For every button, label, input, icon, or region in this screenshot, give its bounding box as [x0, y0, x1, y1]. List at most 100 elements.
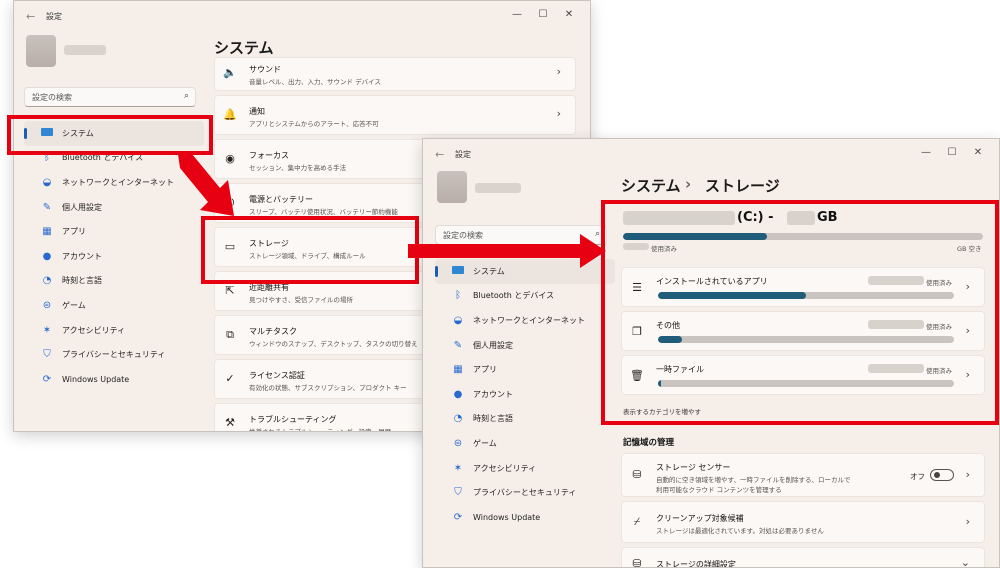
- back-arrow-icon[interactable]: ←: [435, 148, 444, 161]
- cleanup-sub: ストレージは最適化されています。対処は必要ありません: [656, 527, 824, 535]
- chevron-right-icon: ›: [965, 515, 970, 528]
- maximize-icon[interactable]: ☐: [532, 6, 554, 24]
- sidebar-item[interactable]: ● アカウント: [435, 382, 615, 407]
- storage-sense-toggle[interactable]: [930, 469, 954, 481]
- sidebar-item[interactable]: ▦ アプリ: [435, 357, 615, 382]
- update-icon: ⟳: [453, 511, 463, 523]
- card-subtitle: 見つけやすさ、受信ファイルの場所: [249, 296, 353, 304]
- breadcrumb-parent[interactable]: システム: [621, 175, 681, 196]
- storage-sense-sub2: 利用可能なクラウド コンテンツを管理する: [656, 486, 782, 494]
- wifi-icon: ◒: [453, 314, 463, 326]
- gamepad-icon: ⊜: [42, 299, 52, 311]
- search-icon: ⌕: [183, 91, 189, 101]
- sidebar-item[interactable]: ⛉ プライバシーとセキュリティ: [435, 480, 615, 505]
- card-subtitle: 有効化の状態、サブスクリプション、プロダクト キー: [249, 384, 407, 392]
- sidebar-item-label: Bluetooth とデバイス: [473, 291, 555, 301]
- storage-sense-card[interactable]: ⛁ ストレージ センサー 自動的に空き領域を増やす、一時ファイルを削除する、ロー…: [621, 453, 985, 497]
- bluetooth-icon: ᛒ: [455, 290, 461, 302]
- sidebar-item-label: 個人用設定: [473, 340, 513, 350]
- diagonal-arrow-icon: [178, 154, 234, 216]
- sidebar-item[interactable]: ✶ アクセシビリティ: [24, 318, 204, 343]
- close-icon[interactable]: ✕: [967, 144, 989, 162]
- cleanup-recommendations-card[interactable]: ⌿ クリーンアップ対象候補 ストレージは最適化されています。対処は必要ありません…: [621, 501, 985, 543]
- card-subtitle: 音量レベル、出力、入力、サウンド デバイス: [249, 78, 381, 86]
- page-title: システム: [214, 39, 274, 57]
- account-icon: ●: [453, 388, 463, 400]
- sidebar-item[interactable]: ⊜ ゲーム: [435, 431, 615, 456]
- storage-sense-sub1: 自動的に空き領域を増やす、一時ファイルを削除する、ローカルで: [656, 476, 851, 484]
- card-title: トラブルシューティング: [249, 415, 337, 424]
- avatar[interactable]: [26, 35, 56, 67]
- bell-icon: 🔔: [223, 108, 237, 121]
- settings-card[interactable]: 🔔 通知 アプリとシステムからのアラート、応答不可 ›: [214, 95, 576, 135]
- card-title: マルチタスク: [249, 327, 297, 336]
- minimize-icon[interactable]: —: [506, 6, 528, 24]
- sidebar-item[interactable]: ◔ 時刻と言語: [435, 407, 615, 432]
- highlight-storage-summary: [601, 200, 999, 425]
- card-title: サウンド: [249, 65, 281, 74]
- accessibility-icon: ✶: [42, 324, 52, 336]
- window-title: 設定: [455, 150, 471, 159]
- sidebar-item[interactable]: ✎ 個人用設定: [435, 333, 615, 358]
- speaker-icon: 🔈: [223, 66, 237, 79]
- chevron-right-icon: ›: [556, 65, 561, 78]
- maximize-icon[interactable]: ☐: [941, 144, 963, 162]
- check-circle-icon: ✓: [225, 372, 235, 385]
- wifi-icon: ◒: [42, 176, 52, 188]
- sidebar-item-label: ネットワークとインターネット: [473, 315, 585, 325]
- card-subtitle: ウィンドウのスナップ、デスクトップ、タスクの切り替え: [249, 340, 418, 348]
- brush-icon: ✎: [453, 339, 463, 351]
- storage-sense-title: ストレージ センサー: [656, 463, 731, 472]
- sidebar-nav: システム ᛒ Bluetooth とデバイス ◒ ネットワークとインターネット ✎ 個人用設…: [435, 259, 615, 530]
- sidebar-item-label: アカウント: [62, 251, 102, 261]
- broom-icon: ⌿: [633, 515, 641, 528]
- window-title: 設定: [46, 12, 62, 21]
- search-box[interactable]: 設定の検索 ⌕: [24, 87, 196, 107]
- sidebar-item[interactable]: ᛒ Bluetooth とデバイス: [435, 284, 615, 309]
- avatar[interactable]: [437, 171, 467, 203]
- minimize-icon[interactable]: —: [915, 144, 937, 162]
- sidebar-item[interactable]: ⟳ Windows Update: [435, 505, 615, 530]
- close-icon[interactable]: ✕: [558, 6, 580, 24]
- shield-icon: ⛉: [43, 349, 51, 361]
- sidebar-item[interactable]: ◒ ネットワークとインターネット: [435, 308, 615, 333]
- sidebar-item[interactable]: ⟳ Windows Update: [24, 367, 204, 392]
- sidebar-item-label: プライバシーとセキュリティ: [473, 488, 577, 498]
- globe-clock-icon: ◔: [42, 275, 52, 287]
- update-icon: ⟳: [42, 373, 52, 385]
- user-name-blurred: [64, 45, 106, 55]
- apps-icon: ▦: [453, 364, 463, 376]
- back-arrow-icon[interactable]: ←: [26, 10, 35, 23]
- globe-clock-icon: ◔: [453, 413, 463, 425]
- apps-icon: ▦: [42, 226, 52, 238]
- sidebar-item-label: ネットワークとインターネット: [62, 177, 174, 187]
- sidebar-item[interactable]: ⛉ プライバシーとセキュリティ: [24, 342, 204, 367]
- advanced-storage-card[interactable]: ⛁ ストレージの詳細設定 ⌄: [621, 547, 985, 568]
- sidebar-item-label: 時刻と言語: [62, 276, 102, 286]
- chevron-right-icon: ›: [965, 468, 970, 481]
- gamepad-icon: ⊜: [453, 437, 463, 449]
- sidebar-item[interactable]: ◔ 時刻と言語: [24, 269, 204, 294]
- right-arrow-icon: [408, 234, 606, 268]
- sidebar-item-label: アプリ: [62, 227, 86, 237]
- sidebar-item[interactable]: ⊜ ゲーム: [24, 293, 204, 318]
- sidebar-item-label: プライバシーとセキュリティ: [62, 350, 166, 360]
- title-bar: ← 設定 — ☐ ✕: [423, 139, 999, 169]
- storage-management-heading: 記憶域の管理: [623, 438, 675, 448]
- breadcrumb-current: ストレージ: [705, 177, 780, 195]
- card-title: 電源とバッテリー: [249, 195, 313, 204]
- card-title: フォーカス: [249, 151, 289, 160]
- sidebar-item[interactable]: ● アカウント: [24, 244, 204, 269]
- storage-sense-state: オフ: [910, 472, 925, 481]
- sidebar-item-label: 個人用設定: [62, 202, 102, 212]
- account-icon: ●: [42, 250, 52, 262]
- advanced-storage-icon: ⛁: [632, 557, 642, 568]
- sidebar-item[interactable]: ✶ アクセシビリティ: [435, 456, 615, 481]
- sidebar-item-label: アカウント: [473, 389, 513, 399]
- sidebar-item-label: アクセシビリティ: [473, 463, 537, 473]
- card-subtitle: アプリとシステムからのアラート、応答不可: [249, 120, 379, 128]
- sidebar-item-label: Windows Update: [62, 374, 130, 384]
- settings-card[interactable]: 🔈 サウンド音量レベル、出力、入力、サウンド デバイス ›: [214, 57, 576, 91]
- sidebar-item-label: ゲーム: [62, 300, 86, 310]
- card-subtitle: 推奨されるトラブルシューティング、設定、履歴: [249, 428, 392, 432]
